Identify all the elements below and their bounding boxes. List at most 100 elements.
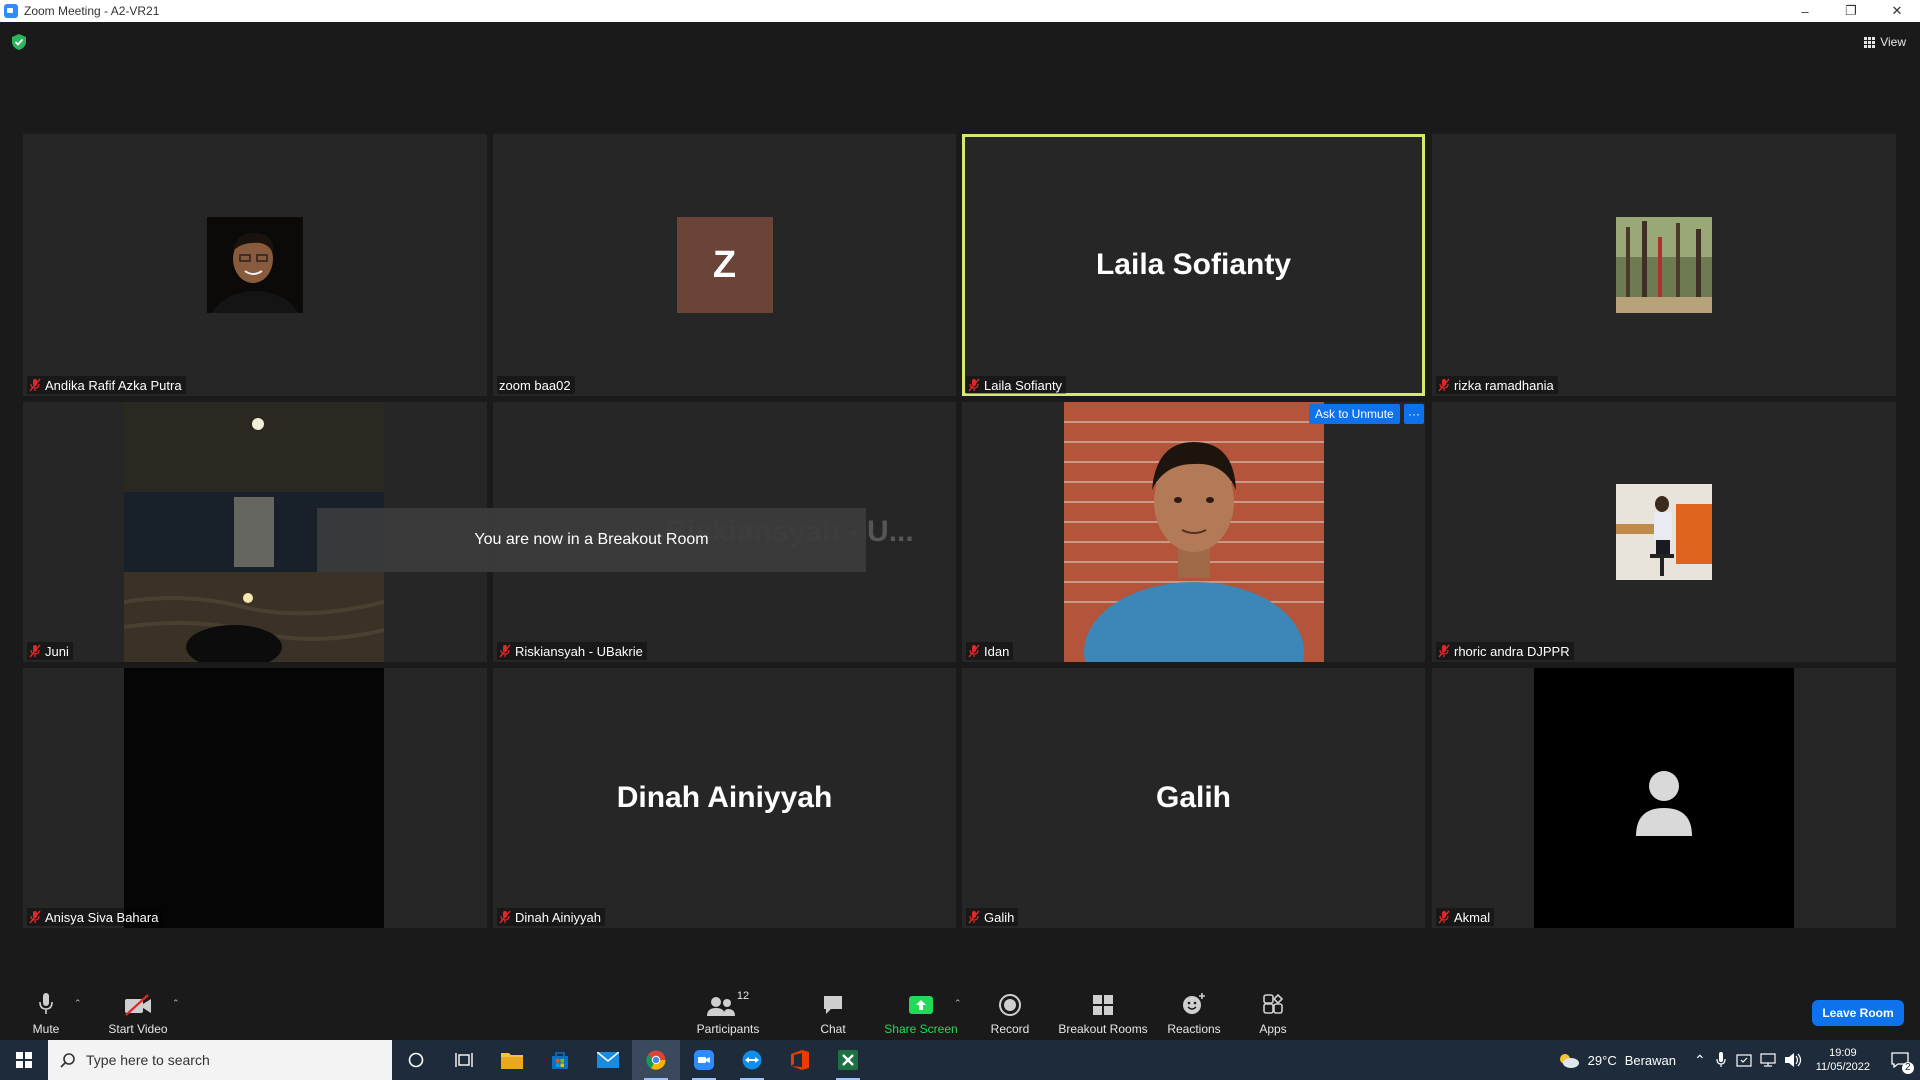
mic-muted-icon — [29, 378, 41, 392]
participant-name: Riskiansyah - UBakrie — [515, 643, 643, 659]
record-icon — [999, 994, 1021, 1016]
weather-description[interactable]: Berawan — [1625, 1053, 1676, 1068]
taskbar-microsoft-store[interactable] — [536, 1040, 584, 1080]
video-tile[interactable]: Akmal — [1432, 668, 1896, 928]
participant-name: Galih — [984, 909, 1015, 925]
mail-icon — [597, 1052, 619, 1068]
video-tile[interactable]: Galih Galih — [962, 668, 1425, 928]
taskbar-office[interactable] — [776, 1040, 824, 1080]
participant-name: Andika Rafif Azka Putra — [45, 377, 182, 393]
clock-time: 19:09 — [1829, 1047, 1857, 1059]
mic-muted-icon — [499, 910, 511, 924]
video-tile[interactable]: rhoric andra DJPPR — [1432, 402, 1896, 662]
participants-button[interactable]: 12 Participants — [697, 990, 760, 1036]
video-options-caret-icon[interactable]: ⌃ — [172, 998, 180, 1009]
show-hidden-icons-chevron-icon[interactable]: ⌃ — [1694, 1052, 1706, 1069]
mic-muted-icon — [1438, 644, 1450, 658]
reactions-label: Reactions — [1167, 1022, 1221, 1036]
breakout-rooms-icon — [1093, 995, 1113, 1015]
grid-view-icon — [1864, 36, 1876, 48]
view-button[interactable]: View — [1864, 34, 1906, 50]
video-tile[interactable]: Andika Rafif Azka Putra — [23, 134, 487, 396]
taskbar-clock[interactable]: 19:09 11/05/2022 — [1816, 1046, 1870, 1074]
profile-photo — [207, 217, 303, 313]
share-screen-button[interactable]: Share Screen — [884, 990, 958, 1036]
notification-center-button[interactable]: 2 — [1880, 1040, 1920, 1080]
minimize-button[interactable]: – — [1782, 0, 1828, 22]
encryption-shield-icon[interactable] — [12, 34, 26, 50]
taskbar-zoom[interactable] — [680, 1040, 728, 1080]
security-tray-icon[interactable] — [1736, 1052, 1752, 1068]
mic-muted-icon — [968, 910, 980, 924]
participant-name: Idan — [984, 643, 1010, 659]
apps-label: Apps — [1259, 1022, 1287, 1036]
video-tile[interactable]: rizka ramadhania — [1432, 134, 1896, 396]
taskbar-file-explorer[interactable] — [488, 1040, 536, 1080]
notification-count-badge: 2 — [1902, 1062, 1914, 1074]
mic-muted-icon — [1438, 910, 1450, 924]
mic-muted-icon — [29, 910, 41, 924]
taskbar-search-box[interactable]: Type here to search — [48, 1040, 392, 1080]
start-video-button[interactable]: Start Video — [108, 990, 168, 1036]
video-off-icon — [125, 994, 151, 1016]
microphone-tray-icon[interactable] — [1716, 1052, 1726, 1068]
participant-nameplate: Juni — [27, 642, 73, 660]
weather-temperature[interactable]: 29°C — [1588, 1053, 1617, 1068]
participant-nameplate: Dinah Ainiyyah — [497, 908, 605, 926]
network-icon[interactable] — [1760, 1052, 1776, 1068]
zoom-app-icon — [4, 4, 18, 18]
chat-bubble-icon — [824, 996, 842, 1014]
share-screen-label: Share Screen — [884, 1022, 958, 1036]
video-tile[interactable]: Anisya Siva Bahara — [23, 668, 487, 928]
mute-button[interactable]: Mute — [30, 990, 62, 1036]
default-user-icon — [1636, 771, 1692, 836]
apps-button[interactable]: Apps — [1258, 990, 1288, 1036]
windows-taskbar: Type here to search 29°C Berawan ⌃ 19:09… — [0, 1040, 1920, 1080]
audio-options-caret-icon[interactable]: ⌃ — [74, 998, 82, 1009]
participant-nameplate: zoom baa02 — [497, 376, 575, 394]
apps-icon — [1263, 994, 1284, 1014]
task-view-button[interactable] — [440, 1040, 488, 1080]
start-video-label: Start Video — [108, 1022, 168, 1036]
profile-photo — [1616, 217, 1712, 313]
window-controls: – ❐ ✕ — [1782, 0, 1920, 22]
taskbar-mail[interactable] — [584, 1040, 632, 1080]
weather-cloud-icon[interactable] — [1558, 1052, 1580, 1068]
ask-to-unmute-button[interactable]: Ask to Unmute — [1309, 404, 1400, 424]
taskbar-teamviewer[interactable] — [728, 1040, 776, 1080]
video-tile[interactable]: Dinah Ainiyyah Dinah Ainiyyah — [493, 668, 956, 928]
participant-name: Dinah Ainiyyah — [515, 909, 601, 925]
volume-icon[interactable] — [1784, 1052, 1802, 1068]
chat-button[interactable]: Chat — [818, 990, 848, 1036]
mute-label: Mute — [32, 1022, 60, 1036]
system-tray: 29°C Berawan ⌃ 19:09 11/05/2022 2 — [1558, 1040, 1920, 1080]
mic-muted-icon — [29, 644, 41, 658]
tile-more-options-button[interactable]: ··· — [1404, 404, 1424, 424]
video-feed — [1064, 402, 1324, 662]
record-button[interactable]: Record — [990, 990, 1030, 1036]
zoom-window: Zoom Meeting - A2-VR21 – ❐ ✕ View Andika… — [0, 0, 1920, 1080]
search-icon — [60, 1053, 75, 1068]
breakout-rooms-label: Breakout Rooms — [1058, 1022, 1148, 1036]
participant-name: rhoric andra DJPPR — [1454, 643, 1570, 659]
participant-nameplate: Riskiansyah - UBakrie — [497, 642, 647, 660]
reactions-button[interactable]: Reactions — [1167, 990, 1221, 1036]
participant-nameplate: rhoric andra DJPPR — [1436, 642, 1574, 660]
video-tile[interactable]: Z zoom baa02 — [493, 134, 956, 396]
cortana-button[interactable] — [392, 1040, 440, 1080]
leave-room-button[interactable]: Leave Room — [1812, 1000, 1904, 1026]
window-title: Zoom Meeting - A2-VR21 — [24, 4, 160, 18]
restore-button[interactable]: ❐ — [1828, 0, 1874, 22]
participant-nameplate: Andika Rafif Azka Putra — [27, 376, 186, 394]
start-button[interactable] — [0, 1040, 48, 1080]
video-tile[interactable]: Idan — [962, 402, 1425, 662]
video-feed-dark — [1534, 668, 1794, 928]
taskbar-chrome[interactable] — [632, 1040, 680, 1080]
close-button[interactable]: ✕ — [1874, 0, 1920, 22]
share-options-caret-icon[interactable]: ⌃ — [954, 998, 962, 1009]
participant-nameplate: Galih — [966, 908, 1019, 926]
taskbar-excel[interactable] — [824, 1040, 872, 1080]
active-speaker-tile[interactable]: Laila Sofianty Laila Sofianty — [962, 134, 1425, 396]
zoom-icon — [694, 1050, 714, 1070]
breakout-rooms-button[interactable]: Breakout Rooms — [1058, 990, 1148, 1036]
